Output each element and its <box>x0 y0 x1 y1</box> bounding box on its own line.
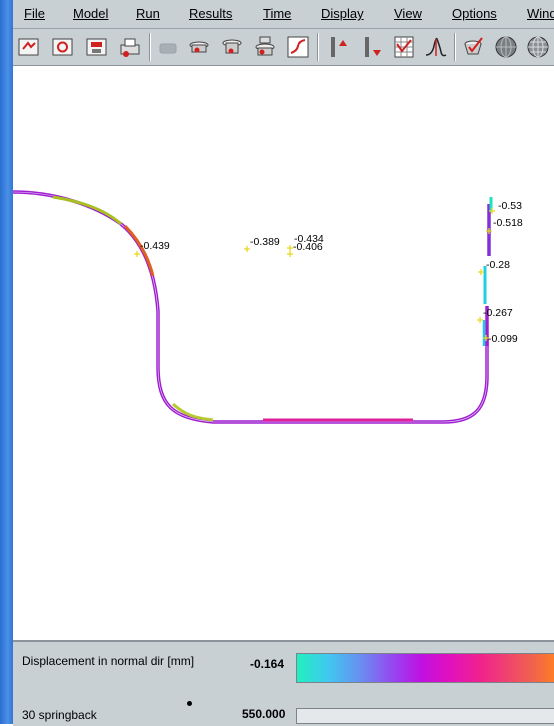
toolbar-separator <box>149 33 150 61</box>
tool-stack-icon[interactable] <box>252 34 278 60</box>
mesh-sphere-icon[interactable] <box>525 34 551 60</box>
probe-marker <box>478 269 484 275</box>
distribution-icon[interactable] <box>423 34 449 60</box>
results-panel: Displacement in normal dir [mm] -0.164 3… <box>13 640 554 726</box>
menu-run[interactable]: Run <box>136 6 160 21</box>
reload-icon[interactable] <box>50 34 76 60</box>
menu-time[interactable]: Time <box>263 6 291 21</box>
menu-options[interactable]: Options <box>452 6 497 21</box>
toolbar-separator <box>454 33 455 61</box>
annotation-label: -0.099 <box>488 333 518 345</box>
curve-icon[interactable] <box>285 34 311 60</box>
toolbar-separator <box>317 33 318 61</box>
save-icon[interactable] <box>84 34 110 60</box>
probe-marker <box>486 228 492 234</box>
menu-results[interactable]: Results <box>189 6 232 21</box>
menu-model[interactable]: Model <box>73 6 108 21</box>
time-slider[interactable] <box>296 708 554 724</box>
annotation-label: -0.28 <box>486 259 510 271</box>
time-value: 550.000 <box>242 707 286 721</box>
quantity-label: Displacement in normal dir [mm] <box>22 654 195 668</box>
open-icon[interactable] <box>16 34 42 60</box>
menu-file[interactable]: File <box>24 6 45 21</box>
graphics-viewport[interactable]: -0.439 -0.389 -0.434 -0.406 -0.53 -0.518… <box>12 66 554 638</box>
annotation-label: -0.389 <box>250 236 280 248</box>
toolbar <box>13 29 554 66</box>
time-slider-handle[interactable] <box>187 701 192 706</box>
springback-profile-plot: -0.439 -0.389 -0.434 -0.406 -0.53 -0.518… <box>12 190 523 424</box>
annotation-label: -0.53 <box>498 200 522 212</box>
axis-up-icon[interactable] <box>325 34 351 60</box>
step-label: 30 springback <box>22 708 97 722</box>
sphere-icon[interactable] <box>493 34 519 60</box>
menu-bar: File Model Run Results Time Display View… <box>13 0 554 29</box>
annotation-label: -0.406 <box>293 241 323 253</box>
probe-markers <box>134 208 495 341</box>
tool-icon-1[interactable] <box>186 34 212 60</box>
menu-window[interactable]: Wind <box>527 6 554 21</box>
menu-view[interactable]: View <box>394 6 422 21</box>
window-left-edge <box>0 0 13 724</box>
annotation-label: -0.439 <box>140 240 170 252</box>
print-icon[interactable] <box>117 34 143 60</box>
axis-down-icon[interactable] <box>359 34 385 60</box>
color-legend-bar <box>296 653 554 683</box>
annotation-label: -0.267 <box>483 307 513 319</box>
menu-display[interactable]: Display <box>321 6 364 21</box>
check-cup-icon[interactable] <box>460 34 486 60</box>
legend-min-value: -0.164 <box>250 657 285 671</box>
grid-check-icon[interactable] <box>391 34 417 60</box>
tool-icon-2[interactable] <box>219 34 245 60</box>
disabled-part-icon <box>159 43 177 54</box>
blank-profile <box>12 190 493 424</box>
annotation-label: -0.518 <box>493 217 523 229</box>
